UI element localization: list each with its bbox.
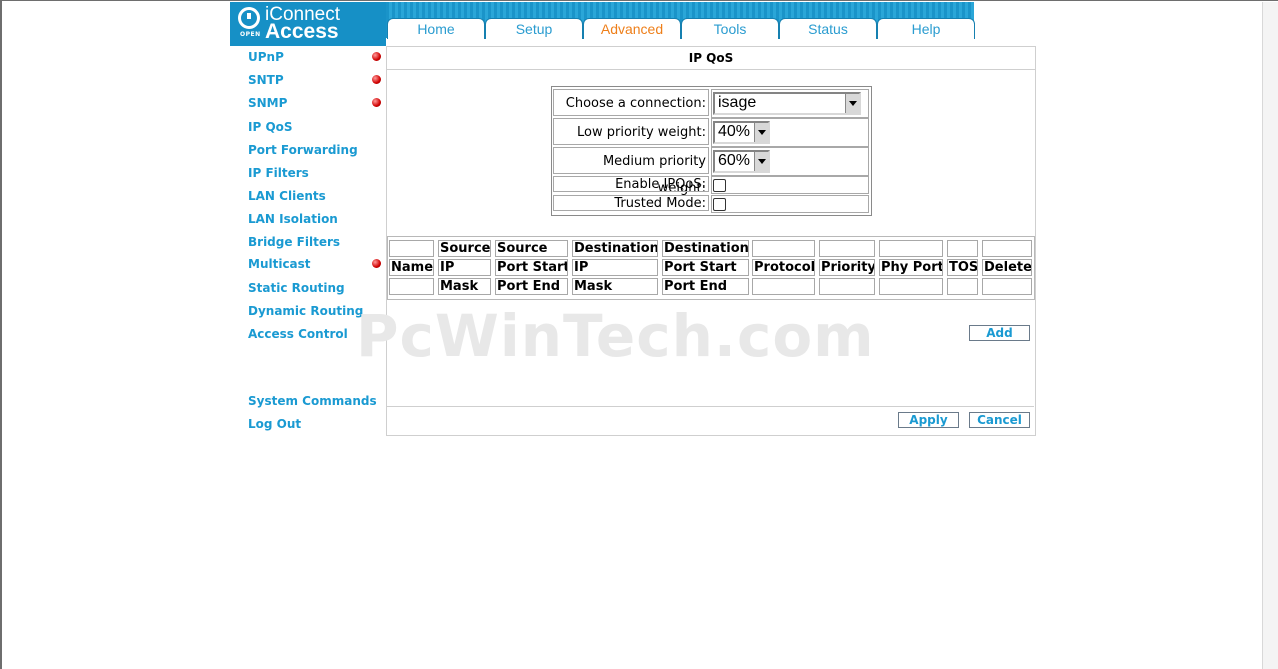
header-name-2: Name [389, 259, 434, 276]
trusted-mode-checkbox[interactable] [713, 198, 726, 211]
tab-tools[interactable]: Tools [681, 18, 779, 39]
tab-advanced[interactable]: Advanced [583, 18, 681, 39]
sidebar-item-lan-isolation[interactable]: LAN Isolation [248, 212, 338, 226]
sidebar-item-port-forwarding[interactable]: Port Forwarding [248, 143, 358, 157]
main-nav-tabs: Home Setup Advanced Tools Status Help [386, 2, 975, 39]
chevron-down-icon [754, 123, 768, 142]
header-tos-3 [947, 278, 978, 295]
header-priority-2: Priority [819, 259, 875, 276]
header-delete-3 [982, 278, 1032, 295]
logo-badge: OPEN [240, 31, 261, 38]
header-dst-ip-1: Destination [572, 240, 658, 257]
low-priority-cell: 40% [711, 118, 869, 147]
tab-help[interactable]: Help [877, 18, 975, 39]
alert-icon [372, 259, 381, 268]
sidebar-item-dynamic-routing[interactable]: Dynamic Routing [248, 304, 363, 318]
tab-home[interactable]: Home [387, 18, 485, 39]
brand-logo: OPEN iConnect Access [230, 2, 386, 46]
alert-icon [372, 52, 381, 61]
panel-separator [387, 406, 1034, 407]
sidebar-item-lan-clients[interactable]: LAN Clients [248, 189, 326, 203]
trusted-mode-cell [711, 195, 869, 213]
sidebar-item-access-control[interactable]: Access Control [248, 327, 348, 341]
header-src-ip-1: Source [438, 240, 491, 257]
header-src-port-3: Port End [495, 278, 568, 295]
page-title: IP QoS [387, 47, 1035, 70]
sidebar-item-log-out[interactable]: Log Out [248, 417, 301, 431]
apply-button[interactable]: Apply [898, 412, 959, 428]
medium-priority-value: 60% [718, 152, 751, 169]
medium-priority-select[interactable]: 60% [713, 150, 770, 173]
connection-select[interactable]: isage [713, 92, 861, 115]
alert-icon [372, 75, 381, 84]
header-protocol-3 [752, 278, 815, 295]
header-priority-1 [819, 240, 875, 257]
header-phy-port-3 [879, 278, 943, 295]
low-priority-value: 40% [718, 123, 751, 140]
connection-label: Choose a connection: [553, 89, 709, 116]
sidebar-item-multicast[interactable]: Multicast [248, 257, 311, 271]
watermark: PcWinTech.com [356, 302, 875, 370]
add-button[interactable]: Add [969, 325, 1030, 341]
header-src-ip-3: Mask [438, 278, 491, 295]
header-src-port-1: Source [495, 240, 568, 257]
sidebar-item-snmp[interactable]: SNMP [248, 96, 287, 110]
header-phy-port-2: Phy Port [879, 259, 943, 276]
low-priority-select[interactable]: 40% [713, 121, 770, 144]
medium-priority-label: Medium priority weight: [553, 147, 709, 196]
sidebar-item-ip-qos[interactable]: IP QoS [248, 120, 293, 134]
header-tos-2: TOS [947, 259, 978, 276]
header-protocol-1 [752, 240, 815, 257]
chevron-down-icon [845, 94, 859, 113]
connection-cell: isage [711, 89, 869, 118]
vertical-scrollbar[interactable] [1262, 2, 1278, 669]
header-phy-port-1 [879, 240, 943, 257]
alert-icon [372, 98, 381, 107]
enable-ipqos-checkbox[interactable] [713, 179, 726, 192]
header-src-ip-2: IP [438, 259, 491, 276]
medium-priority-cell: 60% [711, 147, 869, 176]
logo-line2: Access [265, 20, 339, 43]
qos-settings-form: Choose a connection: isage Low priority … [551, 86, 872, 216]
sidebar-item-static-routing[interactable]: Static Routing [248, 281, 345, 295]
header-dst-ip-2: IP [572, 259, 658, 276]
header-dst-port-1: Destination [662, 240, 749, 257]
connection-select-value: isage [718, 94, 757, 111]
power-icon [238, 7, 260, 29]
low-priority-label: Low priority weight: [553, 118, 709, 145]
window-frame-top [0, 0, 1278, 1]
sidebar-item-bridge-filters[interactable]: Bridge Filters [248, 235, 340, 249]
header-dst-port-3: Port End [662, 278, 749, 295]
header-dst-port-2: Port Start [662, 259, 749, 276]
header-delete-1 [982, 240, 1032, 257]
tab-setup[interactable]: Setup [485, 18, 583, 39]
header-dst-ip-3: Mask [572, 278, 658, 295]
header-src-port-2: Port Start [495, 259, 568, 276]
qos-rules-table: Name Source IP Mask Source Port Start Po… [387, 236, 1035, 300]
sidebar-item-system-commands[interactable]: System Commands [248, 394, 377, 408]
enable-ipqos-cell [711, 176, 869, 194]
header-tos-1 [947, 240, 978, 257]
enable-ipqos-label: Enable IPQoS: [553, 176, 709, 192]
header-delete-2: Delete [982, 259, 1032, 276]
sidebar-item-ip-filters[interactable]: IP Filters [248, 166, 309, 180]
header-priority-3 [819, 278, 875, 295]
trusted-mode-label: Trusted Mode: [553, 195, 709, 211]
chevron-down-icon [754, 152, 768, 171]
tab-status[interactable]: Status [779, 18, 877, 39]
cancel-button[interactable]: Cancel [969, 412, 1030, 428]
header-name-1 [389, 240, 434, 257]
header-name-3 [389, 278, 434, 295]
window-frame-left [0, 0, 2, 669]
header-protocol-2: Protocol [752, 259, 815, 276]
sidebar-item-upnp[interactable]: UPnP [248, 50, 284, 64]
sidebar-item-sntp[interactable]: SNTP [248, 73, 284, 87]
